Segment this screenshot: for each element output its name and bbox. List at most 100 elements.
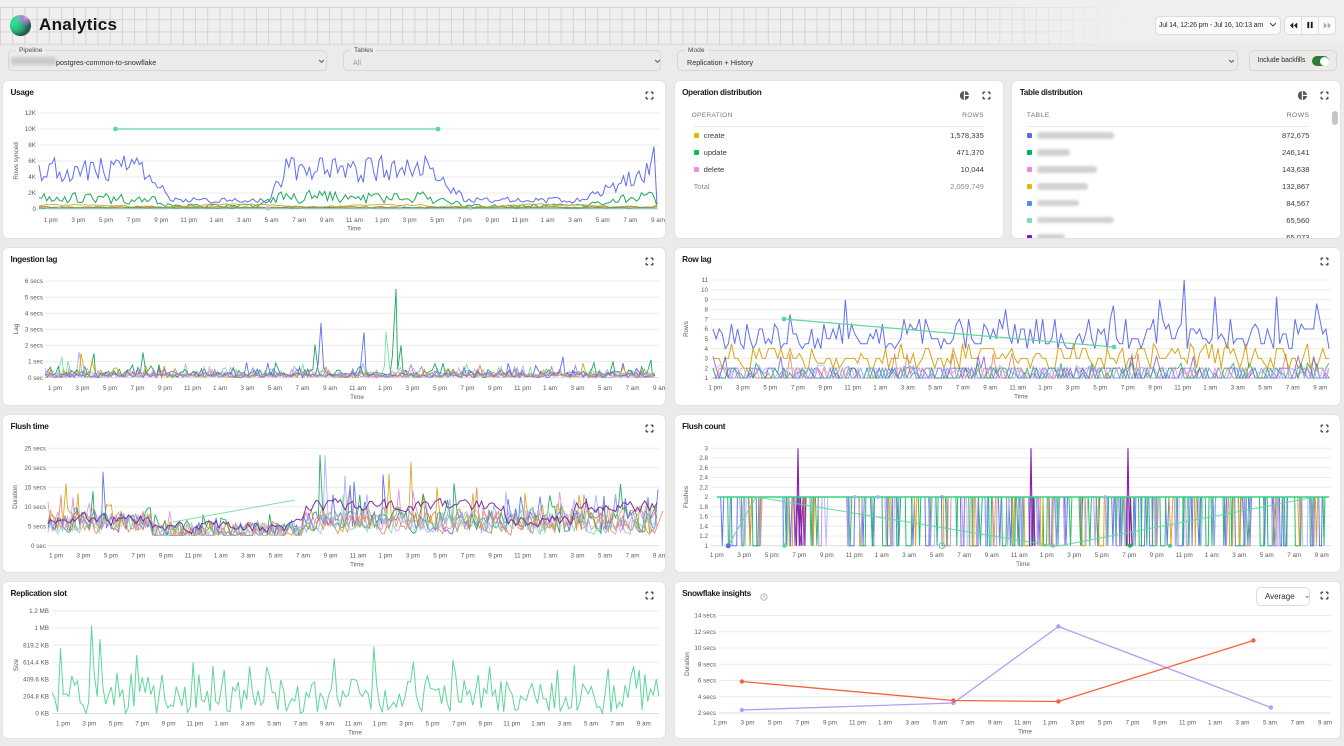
svg-text:5 am: 5 am [596,217,610,224]
svg-text:614.4 KB: 614.4 KB [23,659,49,666]
svg-text:5 pm: 5 pm [768,719,782,726]
svg-text:Duration: Duration [684,651,691,675]
svg-text:7 am: 7 am [626,385,640,392]
svg-text:1 pm: 1 pm [49,552,63,559]
svg-text:11 pm: 11 pm [187,720,204,727]
svg-text:5 pm: 5 pm [109,720,123,727]
svg-text:Duration: Duration [12,484,19,508]
svg-text:9 am: 9 am [320,217,334,224]
svg-text:7 pm: 7 pm [1122,552,1136,559]
svg-text:5: 5 [704,336,708,343]
svg-text:4K: 4K [28,174,36,181]
svg-text:7 am: 7 am [294,720,308,727]
svg-text:1 am: 1 am [874,552,888,559]
svg-text:10 secs: 10 secs [694,645,716,652]
svg-text:5 am: 5 am [265,217,279,224]
svg-text:1.2: 1.2 [699,533,708,540]
svg-text:10: 10 [701,287,708,294]
svg-text:5 pm: 5 pm [764,552,778,559]
svg-text:1 pm: 1 pm [378,385,392,392]
svg-text:5 secs: 5 secs [25,294,43,301]
svg-text:11 am: 11 am [1009,384,1026,391]
svg-text:5 am: 5 am [598,552,612,559]
svg-text:1 am: 1 am [878,719,892,726]
svg-text:1 pm: 1 pm [378,552,392,559]
svg-text:1.8: 1.8 [699,504,708,511]
svg-text:Flushes: Flushes [683,486,690,508]
svg-text:Time: Time [1014,393,1028,400]
svg-text:11 pm: 11 pm [514,385,531,392]
svg-text:7 am: 7 am [292,217,306,224]
svg-text:5 pm: 5 pm [430,217,444,224]
svg-text:9 pm: 9 pm [154,217,168,224]
svg-text:11 pm: 11 pm [1175,552,1192,559]
svg-text:1 am: 1 am [543,552,557,559]
svg-text:1 pm: 1 pm [713,719,727,726]
svg-text:819.2 KB: 819.2 KB [23,642,49,649]
svg-text:1 pm: 1 pm [708,384,722,391]
svg-text:5 pm: 5 pm [433,552,447,559]
svg-text:1 pm: 1 pm [1043,719,1057,726]
svg-text:15 secs: 15 secs [24,484,46,491]
svg-text:7 pm: 7 pm [1120,384,1134,391]
svg-text:2.6: 2.6 [699,465,708,472]
svg-text:3 pm: 3 pm [737,552,751,559]
svg-text:3 pm: 3 pm [82,720,96,727]
svg-text:3 pm: 3 pm [76,552,90,559]
svg-text:9 pm: 9 pm [159,552,173,559]
svg-text:10 secs: 10 secs [24,504,46,511]
svg-text:1 am: 1 am [541,217,555,224]
svg-text:Rows synced: Rows synced [13,142,20,180]
svg-text:6 secs: 6 secs [25,278,43,285]
svg-text:Rows: Rows [683,321,690,337]
svg-text:2: 2 [704,365,708,372]
svg-text:7 am: 7 am [1285,384,1299,391]
svg-text:9 am: 9 am [653,385,666,392]
svg-text:5 pm: 5 pm [426,720,440,727]
svg-text:7 am: 7 am [296,552,310,559]
svg-text:9 pm: 9 pm [1149,552,1163,559]
svg-text:9 am: 9 am [653,552,666,559]
svg-text:7 am: 7 am [957,552,971,559]
svg-text:7 am: 7 am [610,720,624,727]
svg-text:11 am: 11 am [345,720,362,727]
svg-text:5 am: 5 am [268,385,282,392]
svg-text:7 pm: 7 pm [792,552,806,559]
svg-text:1 pm: 1 pm [373,720,387,727]
svg-text:5 pm: 5 pm [103,385,117,392]
svg-text:7 pm: 7 pm [135,720,149,727]
svg-text:4: 4 [704,346,708,353]
svg-text:9 am: 9 am [1318,719,1332,726]
svg-text:11 am: 11 am [1010,552,1027,559]
svg-text:3 am: 3 am [237,217,251,224]
svg-text:3 pm: 3 pm [1067,552,1081,559]
svg-text:9 am: 9 am [1313,384,1327,391]
svg-text:3 pm: 3 pm [1065,384,1079,391]
svg-text:25 secs: 25 secs [24,445,46,452]
svg-text:11 pm: 11 pm [514,552,531,559]
svg-text:7 am: 7 am [1287,552,1301,559]
svg-text:9 am: 9 am [984,552,998,559]
svg-text:9: 9 [704,297,708,304]
svg-text:9 am: 9 am [1314,552,1328,559]
svg-text:3 am: 3 am [241,385,255,392]
svg-text:3 am: 3 am [241,552,255,559]
svg-text:3 am: 3 am [905,719,919,726]
svg-text:9 pm: 9 pm [158,385,172,392]
svg-text:7 pm: 7 pm [795,719,809,726]
svg-text:1: 1 [704,543,708,550]
svg-text:3 am: 3 am [902,552,916,559]
svg-text:9 pm: 9 pm [823,719,837,726]
svg-text:Time: Time [350,394,364,401]
svg-text:5 pm: 5 pm [104,552,118,559]
svg-text:8 secs: 8 secs [697,661,715,668]
svg-text:Time: Time [1016,561,1030,568]
svg-text:1 am: 1 am [214,552,228,559]
svg-text:11 am: 11 am [349,385,366,392]
svg-text:3 pm: 3 pm [71,217,85,224]
svg-text:3 pm: 3 pm [406,385,420,392]
svg-text:5 am: 5 am [1259,552,1273,559]
svg-text:3 am: 3 am [1230,384,1244,391]
svg-text:0 sec: 0 sec [28,375,43,382]
svg-text:3 am: 3 am [900,384,914,391]
